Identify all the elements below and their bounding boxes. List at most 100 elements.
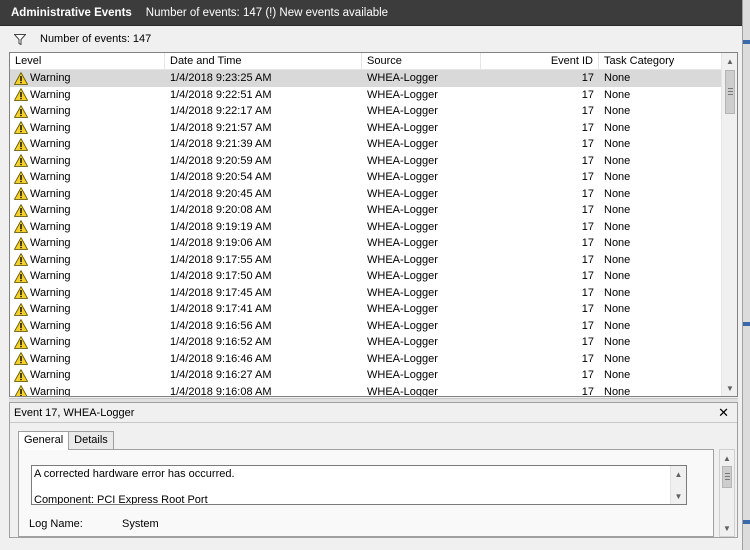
level-cell: Warning xyxy=(10,301,165,318)
table-scrollbar[interactable]: ▲ ▼ xyxy=(721,53,737,396)
tab-general[interactable]: General xyxy=(18,431,70,450)
table-row[interactable]: Warning 1/4/2018 9:16:52 AM WHEA-Logger 17 N… xyxy=(10,334,722,351)
level-cell: Warning xyxy=(10,186,165,203)
scroll-up-arrow[interactable]: ▲ xyxy=(720,451,734,465)
task-category-cell: None xyxy=(604,138,631,150)
table-row[interactable]: Warning 1/4/2018 9:20:54 AM WHEA-Logger 17 N… xyxy=(10,169,722,186)
date-time-cell: 1/4/2018 9:20:08 AM xyxy=(170,204,272,216)
scroll-down-arrow[interactable]: ▼ xyxy=(671,489,686,503)
message-scrollbar[interactable]: ▲ ▼ xyxy=(670,466,686,504)
table-row[interactable]: Warning 1/4/2018 9:16:46 AM WHEA-Logger 17 N… xyxy=(10,351,722,368)
level-text: Warning xyxy=(30,220,71,233)
task-category-cell: None xyxy=(604,253,631,266)
table-row[interactable]: Warning 1/4/2018 9:17:41 AM WHEA-Logger 17 N… xyxy=(10,301,722,318)
edge-accent xyxy=(743,40,750,44)
date-time-cell: 1/4/2018 9:16:52 AM xyxy=(170,336,272,348)
level-text: Warning xyxy=(30,369,71,381)
level-cell: Warning xyxy=(10,120,165,137)
date-time-cell: 1/4/2018 9:16:46 AM xyxy=(170,352,272,365)
source-cell: WHEA-Logger xyxy=(367,220,438,233)
level-cell: Warning xyxy=(10,103,165,120)
warning-icon xyxy=(14,302,30,316)
table-row[interactable]: Warning 1/4/2018 9:17:55 AM WHEA-Logger 17 N… xyxy=(10,252,722,269)
column-header-date-time[interactable]: Date and Time xyxy=(165,53,362,70)
warning-icon xyxy=(14,137,30,151)
filter-icon[interactable] xyxy=(13,33,27,45)
table-row[interactable]: Warning 1/4/2018 9:19:06 AM WHEA-Logger 17 N… xyxy=(10,235,722,252)
table-row[interactable]: Warning 1/4/2018 9:20:08 AM WHEA-Logger 17 N… xyxy=(10,202,722,219)
task-category-cell: None xyxy=(604,385,631,397)
level-text: Warning xyxy=(30,171,71,183)
task-category-cell: None xyxy=(604,105,631,117)
close-icon[interactable]: ✕ xyxy=(718,405,729,421)
table-row[interactable]: Warning 1/4/2018 9:17:50 AM WHEA-Logger 17 N… xyxy=(10,268,722,285)
table-row[interactable]: Warning 1/4/2018 9:21:39 AM WHEA-Logger 17 N… xyxy=(10,136,722,153)
log-name-value: System xyxy=(122,518,159,530)
table-row[interactable]: Warning 1/4/2018 9:20:45 AM WHEA-Logger 17 N… xyxy=(10,186,722,203)
warning-icon xyxy=(14,352,30,366)
scroll-down-arrow[interactable]: ▼ xyxy=(722,380,737,396)
date-time-cell: 1/4/2018 9:21:39 AM xyxy=(170,138,272,150)
column-header-level[interactable]: Level xyxy=(10,53,165,70)
warning-icon xyxy=(14,71,30,85)
level-text: Warning xyxy=(30,385,71,397)
source-cell: WHEA-Logger xyxy=(367,352,438,365)
table-row[interactable]: Warning 1/4/2018 9:22:51 AM WHEA-Logger 17 N… xyxy=(10,87,722,104)
date-time-cell: 1/4/2018 9:16:27 AM xyxy=(170,369,272,381)
source-cell: WHEA-Logger xyxy=(367,385,438,397)
table-row[interactable]: Warning 1/4/2018 9:17:45 AM WHEA-Logger 17 N… xyxy=(10,285,722,302)
level-cell: Warning xyxy=(10,136,165,153)
scroll-thumb[interactable] xyxy=(725,70,735,114)
level-text: Warning xyxy=(30,187,71,200)
general-tab-panel: A corrected hardware error has occurred.… xyxy=(18,449,714,537)
level-text: Warning xyxy=(30,352,71,365)
level-cell: Warning xyxy=(10,235,165,252)
warning-icon xyxy=(14,385,30,396)
column-header-event-id[interactable]: Event ID xyxy=(481,53,599,70)
table-row[interactable]: Warning 1/4/2018 9:16:27 AM WHEA-Logger 17 N… xyxy=(10,367,722,384)
event-message-box[interactable]: A corrected hardware error has occurred.… xyxy=(31,465,687,505)
scroll-up-arrow[interactable]: ▲ xyxy=(722,53,737,69)
date-time-cell: 1/4/2018 9:19:19 AM xyxy=(170,220,272,233)
source-cell: WHEA-Logger xyxy=(367,72,438,84)
table-row[interactable]: Warning 1/4/2018 9:21:57 AM WHEA-Logger 17 N… xyxy=(10,120,722,137)
task-category-cell: None xyxy=(604,336,631,348)
column-header-task-category[interactable]: Task Category xyxy=(599,53,722,70)
column-header-source[interactable]: Source xyxy=(362,53,481,70)
date-time-cell: 1/4/2018 9:20:59 AM xyxy=(170,154,272,167)
event-id-cell: 17 xyxy=(581,171,594,183)
table-row[interactable]: Warning 1/4/2018 9:16:56 AM WHEA-Logger 17 N… xyxy=(10,318,722,335)
source-cell: WHEA-Logger xyxy=(367,154,438,167)
scroll-up-arrow[interactable]: ▲ xyxy=(671,467,686,481)
scroll-down-arrow[interactable]: ▼ xyxy=(720,521,734,535)
date-time-cell: 1/4/2018 9:17:55 AM xyxy=(170,253,272,266)
date-time-cell: 1/4/2018 9:21:57 AM xyxy=(170,121,272,134)
date-time-cell: 1/4/2018 9:20:54 AM xyxy=(170,171,272,183)
window-title: Administrative Events xyxy=(11,6,132,19)
source-cell: WHEA-Logger xyxy=(367,253,438,266)
table-row[interactable]: Warning 1/4/2018 9:23:25 AM WHEA-Logger 17 N… xyxy=(10,70,722,87)
table-row[interactable]: Warning 1/4/2018 9:19:19 AM WHEA-Logger 17 N… xyxy=(10,219,722,236)
scroll-thumb[interactable] xyxy=(722,466,732,488)
date-time-cell: 1/4/2018 9:23:25 AM xyxy=(170,72,272,84)
level-cell: Warning xyxy=(10,367,165,384)
edge-accent xyxy=(743,520,750,524)
tab-details[interactable]: Details xyxy=(68,431,114,449)
warning-icon xyxy=(14,253,30,267)
level-text: Warning xyxy=(30,105,71,117)
source-cell: WHEA-Logger xyxy=(367,369,438,381)
warning-icon xyxy=(14,203,30,217)
event-id-cell: 17 xyxy=(581,121,594,134)
event-id-cell: 17 xyxy=(581,286,594,299)
warning-icon xyxy=(14,187,30,201)
task-category-cell: None xyxy=(604,204,631,216)
date-time-cell: 1/4/2018 9:20:45 AM xyxy=(170,187,272,200)
level-cell: Warning xyxy=(10,285,165,302)
level-cell: Warning xyxy=(10,268,165,285)
table-row[interactable]: Warning 1/4/2018 9:22:17 AM WHEA-Logger 17 N… xyxy=(10,103,722,120)
detail-scrollbar[interactable]: ▲ ▼ xyxy=(719,449,735,537)
task-category-cell: None xyxy=(604,88,631,101)
table-row[interactable]: Warning 1/4/2018 9:16:08 AM WHEA-Logger 17 N… xyxy=(10,384,722,397)
task-category-cell: None xyxy=(604,270,631,282)
table-row[interactable]: Warning 1/4/2018 9:20:59 AM WHEA-Logger 17 N… xyxy=(10,153,722,170)
